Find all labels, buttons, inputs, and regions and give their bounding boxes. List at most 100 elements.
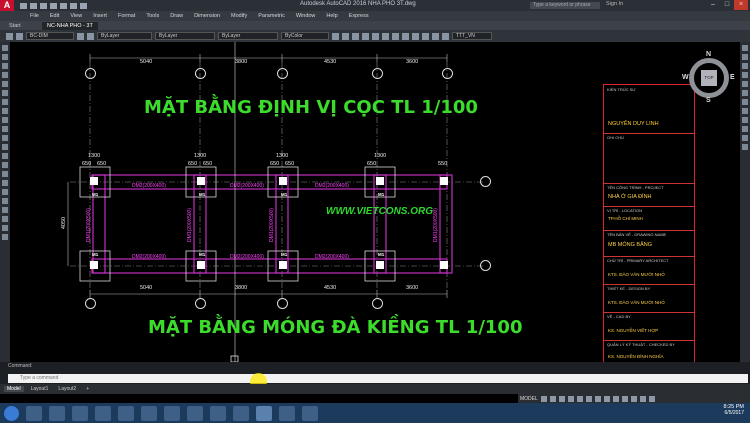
table-icon[interactable] xyxy=(2,189,8,195)
match-layer-icon[interactable] xyxy=(87,32,94,40)
tab-layout2[interactable]: Layout2 xyxy=(55,386,79,392)
menu-tools[interactable]: Tools xyxy=(146,13,159,19)
app-icon[interactable] xyxy=(164,405,180,421)
autocad-logo-icon[interactable]: A xyxy=(0,0,14,11)
move-icon[interactable] xyxy=(742,45,748,51)
customization-icon[interactable] xyxy=(648,395,655,402)
circle-icon[interactable] xyxy=(2,99,8,105)
grid-toggle-icon[interactable] xyxy=(540,395,547,402)
polyline-tool-icon[interactable] xyxy=(422,32,429,40)
snap-toggle-icon[interactable] xyxy=(549,395,556,402)
text-tool-icon[interactable] xyxy=(362,32,369,40)
autocad-taskbar-icon[interactable] xyxy=(256,405,272,421)
undo-icon[interactable] xyxy=(70,2,77,9)
ortho-toggle-icon[interactable] xyxy=(558,395,565,402)
compass-north[interactable]: N xyxy=(706,51,711,58)
mirror-icon[interactable] xyxy=(2,225,8,231)
firefox-icon[interactable] xyxy=(95,405,111,421)
otrack-toggle-icon[interactable] xyxy=(585,395,592,402)
model-space-toggle[interactable]: MODEL xyxy=(520,396,538,402)
revcloud-icon[interactable] xyxy=(2,108,8,114)
chamfer-icon[interactable] xyxy=(742,117,748,123)
copy-icon[interactable] xyxy=(2,216,8,222)
tab-start[interactable]: Start xyxy=(4,22,26,30)
menu-draw[interactable]: Draw xyxy=(170,13,183,19)
menu-modify[interactable]: Modify xyxy=(231,13,247,19)
offset-icon[interactable] xyxy=(2,234,8,240)
arc-tool-icon[interactable] xyxy=(402,32,409,40)
compass-west[interactable]: W xyxy=(682,74,689,81)
ie-icon[interactable] xyxy=(26,405,42,421)
menu-format[interactable]: Format xyxy=(118,13,135,19)
viewcube-top-face[interactable]: TOP xyxy=(701,70,717,86)
tab-layout1[interactable]: Layout1 xyxy=(28,386,52,392)
linetype-dropdown[interactable]: ByLayer xyxy=(155,32,215,40)
array-icon[interactable] xyxy=(742,144,748,150)
arc-icon[interactable] xyxy=(2,90,8,96)
block-tool-icon[interactable] xyxy=(382,32,389,40)
menu-express[interactable]: Express xyxy=(349,13,369,19)
menu-edit[interactable]: Edit xyxy=(50,13,59,19)
tab-drawing[interactable]: NC-NHA PHO - 3T xyxy=(42,22,98,30)
extend-icon[interactable] xyxy=(742,90,748,96)
hardware-accel-icon[interactable] xyxy=(630,395,637,402)
textstyle-dropdown[interactable]: TTT_VN xyxy=(452,32,492,40)
save-as-icon[interactable] xyxy=(50,2,57,9)
layer-dropdown[interactable]: BC-DIM xyxy=(26,32,74,40)
spline-icon[interactable] xyxy=(2,117,8,123)
system-tray-clock[interactable]: 8:25 PM 6/5/2017 xyxy=(724,404,744,416)
minimize-button[interactable]: – xyxy=(706,0,720,10)
mtext-tool-icon[interactable] xyxy=(442,32,449,40)
rotate-icon[interactable] xyxy=(742,54,748,60)
join-icon[interactable] xyxy=(742,108,748,114)
point-icon[interactable] xyxy=(2,153,8,159)
command-input[interactable]: Type a command xyxy=(8,374,748,383)
break-icon[interactable] xyxy=(742,99,748,105)
plotstyle-dropdown[interactable]: ByColor xyxy=(281,32,329,40)
plot-icon[interactable] xyxy=(60,2,67,9)
explode-icon[interactable] xyxy=(742,135,748,141)
add-layout-button[interactable]: + xyxy=(83,386,92,392)
modify-tool-icon[interactable] xyxy=(342,32,349,40)
sign-in-link[interactable]: Sign In xyxy=(606,1,623,7)
search-input[interactable]: Type a keyword or phrase xyxy=(530,2,600,9)
viewcube[interactable]: TOP N S E W xyxy=(682,51,735,104)
circle-tool-icon[interactable] xyxy=(392,32,399,40)
new-file-icon[interactable] xyxy=(20,2,27,9)
polyline-icon[interactable] xyxy=(2,63,8,69)
polar-toggle-icon[interactable] xyxy=(567,395,574,402)
hatch-tool-icon[interactable] xyxy=(372,32,379,40)
maximize-button[interactable]: □ xyxy=(720,0,734,10)
osnap-toggle-icon[interactable] xyxy=(576,395,583,402)
redo-icon[interactable] xyxy=(80,2,87,9)
compass-east[interactable]: E xyxy=(730,74,735,81)
open-file-icon[interactable] xyxy=(30,2,37,9)
app-icon[interactable] xyxy=(210,405,226,421)
tab-model[interactable]: Model xyxy=(4,386,24,392)
rectangle-tool-icon[interactable] xyxy=(412,32,419,40)
rectangle-icon[interactable] xyxy=(2,81,8,87)
save-icon[interactable] xyxy=(40,2,47,9)
media-player-icon[interactable] xyxy=(72,405,88,421)
menu-file[interactable]: File xyxy=(30,13,39,19)
stretch-icon[interactable] xyxy=(742,72,748,78)
lineweight-toggle-icon[interactable] xyxy=(594,395,601,402)
insert-block-icon[interactable] xyxy=(2,135,8,141)
menu-parametric[interactable]: Parametric xyxy=(258,13,285,19)
scale-icon[interactable] xyxy=(742,63,748,69)
erase-icon[interactable] xyxy=(2,207,8,213)
line-tool-icon[interactable] xyxy=(2,45,8,51)
start-button[interactable] xyxy=(4,405,19,421)
app-icon[interactable] xyxy=(279,405,295,421)
file-explorer-icon[interactable] xyxy=(49,405,65,421)
ellipse-icon[interactable] xyxy=(2,126,8,132)
fillet-icon[interactable] xyxy=(742,126,748,132)
close-button[interactable]: × xyxy=(734,0,748,10)
annotation-scale-icon[interactable] xyxy=(603,395,610,402)
polygon-icon[interactable] xyxy=(2,72,8,78)
menu-dimension[interactable]: Dimension xyxy=(194,13,220,19)
mtext-icon[interactable] xyxy=(2,198,8,204)
dimension-tool-icon[interactable] xyxy=(352,32,359,40)
app-icon[interactable] xyxy=(233,405,249,421)
gradient-icon[interactable] xyxy=(2,171,8,177)
